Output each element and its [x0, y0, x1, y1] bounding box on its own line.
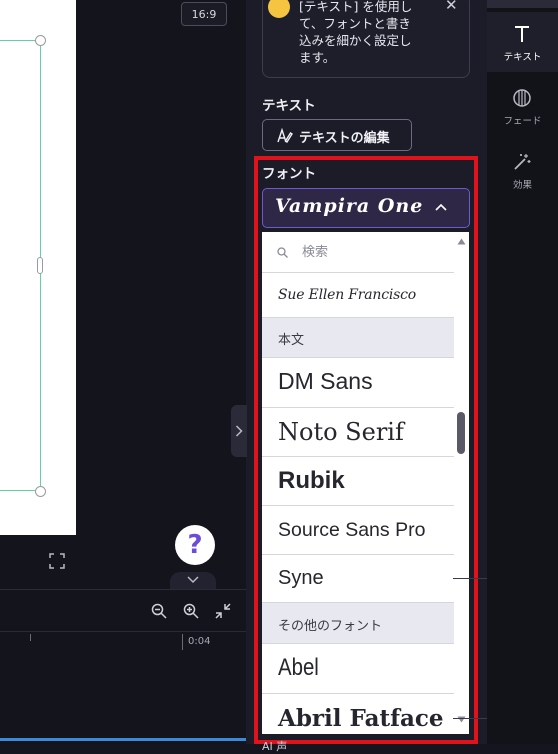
ruler-tick [182, 634, 183, 650]
panel-divider [453, 578, 487, 579]
resize-handle-top-right[interactable] [35, 35, 46, 46]
selection-frame[interactable] [0, 40, 41, 491]
timeline-ruler [0, 631, 246, 632]
ai-voice-label: AI 声 [262, 740, 288, 753]
timeline-divider [0, 589, 246, 590]
panel-divider [453, 718, 487, 719]
edit-text-button[interactable]: テキストの編集 [262, 119, 412, 151]
ruler-tick [30, 634, 31, 641]
magic-wand-icon [514, 154, 531, 170]
aspect-ratio-button[interactable]: 16:9 [181, 2, 227, 26]
rail-item-label: 効果 [512, 180, 532, 191]
edit-text-label: テキストの編集 [299, 131, 390, 146]
fullscreen-icon[interactable] [48, 552, 66, 570]
rail-item-label: テキスト [503, 52, 542, 63]
help-button[interactable]: ? [175, 525, 215, 565]
fit-to-screen-icon[interactable] [213, 601, 233, 625]
fade-icon [513, 89, 531, 107]
chevron-down-icon [187, 576, 199, 584]
panel-toggle-button[interactable] [231, 405, 247, 457]
collapse-timeline-button[interactable] [170, 572, 216, 590]
rail-top-bar [487, 0, 558, 8]
tip-text: [テキスト] を使用し て、フォントと書き 込みを細かく設定し ます。 [299, 0, 413, 65]
text-icon [515, 26, 529, 42]
text-section-title: テキスト [262, 98, 316, 114]
resize-handle-right[interactable] [37, 257, 43, 274]
chevron-right-icon [235, 425, 243, 437]
rail-item-fade[interactable]: フェード [487, 80, 558, 140]
highlight-annotation [254, 156, 478, 744]
timeline-track[interactable] [0, 738, 246, 741]
rail-item-effects[interactable]: 効果 [487, 144, 558, 204]
timeline-time-label: 0:04 [188, 636, 211, 647]
zoom-in-icon[interactable] [182, 602, 200, 624]
resize-handle-bottom-right[interactable] [35, 486, 46, 497]
rail-item-label: フェード [503, 116, 542, 127]
zoom-out-icon[interactable] [150, 602, 168, 624]
text-edit-icon [277, 127, 293, 143]
close-icon[interactable]: ✕ [445, 0, 458, 14]
rail-item-text[interactable]: テキスト [487, 12, 558, 72]
